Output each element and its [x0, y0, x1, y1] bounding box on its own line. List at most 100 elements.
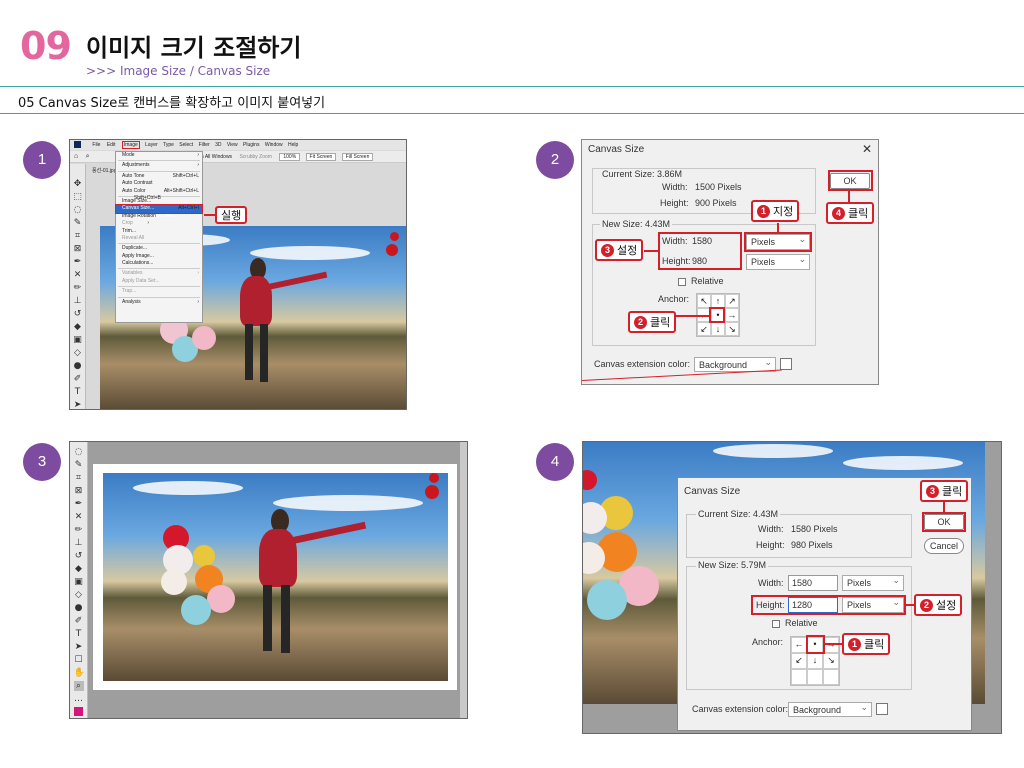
option-100[interactable]: 100%	[279, 153, 301, 161]
eraser-tool-icon-3[interactable]: ◆	[74, 564, 84, 574]
ext-color-select-2[interactable]: Background	[788, 700, 872, 717]
image-menu-crop[interactable]: Crop	[116, 220, 202, 227]
menu-image[interactable]: Image	[121, 141, 140, 149]
anchor-arrow-w-icon-2[interactable]: ←	[791, 637, 807, 653]
menu-file[interactable]: File	[92, 142, 100, 148]
marquee-tool-icon[interactable]: ⬚	[73, 192, 83, 202]
cur-width-value: 1500 Pixels	[695, 182, 742, 192]
image-menu-variables[interactable]: Variables ›	[116, 270, 202, 277]
brush-tool-icon-3[interactable]: ✏	[74, 525, 84, 535]
ext-color-swatch-2[interactable]	[876, 703, 888, 715]
screenshot-expanded-canvas: ◌ ✎ ⌗ ⊠ ✒ ✕ ✏ ⊥ ↺ ◆ ▣ ◇ ● ✐ T ➤ ☐ ✋ ⌕ … …	[69, 441, 468, 719]
anchor-arrow-sw-icon-2[interactable]: ↙	[791, 653, 807, 669]
image-menu-trap[interactable]: Trap...	[116, 288, 202, 295]
menu-3d[interactable]: 3D	[215, 142, 221, 148]
zoom-tool-icon[interactable]: ⌕	[86, 153, 90, 160]
anchor-arrow-s-icon-2[interactable]: ↓	[807, 653, 823, 669]
image-menu-trim[interactable]: Trim...	[116, 228, 202, 235]
menu-plugins[interactable]: Plugins	[243, 142, 259, 148]
frame-tool-icon-3[interactable]: ⊠	[74, 486, 84, 496]
eyedropper-tool-icon-3[interactable]: ✒	[74, 499, 84, 509]
blur-tool-icon-3[interactable]: ◇	[74, 590, 84, 600]
anchor-arrow-n-icon[interactable]: ↑	[711, 294, 725, 308]
scrollbar[interactable]	[460, 442, 467, 718]
image-menu-apply-image[interactable]: Apply Image...	[116, 253, 202, 260]
relative-checkbox[interactable]: Relative	[678, 276, 724, 286]
quick-select-tool-icon-3[interactable]: ✎	[74, 460, 84, 470]
anchor-arrow-e-icon[interactable]: →	[725, 308, 739, 322]
menu-view[interactable]: View	[227, 142, 238, 148]
anchor-empty-1[interactable]	[791, 669, 807, 685]
healing-tool-icon-3[interactable]: ✕	[74, 512, 84, 522]
lasso-tool-icon-3[interactable]: ◌	[74, 447, 84, 457]
frame-tool-icon[interactable]: ⊠	[73, 244, 83, 254]
option-fit-screen[interactable]: Fit Screen	[305, 153, 337, 161]
menu-edit[interactable]: Edit	[107, 142, 116, 148]
pen-tool-icon[interactable]: ✐	[73, 374, 83, 384]
anchor-arrow-se-icon[interactable]: ↘	[725, 322, 739, 336]
image-menu-auto-contrast[interactable]: Auto Contrast Alt+Shift+Ctrl+L	[116, 180, 202, 193]
option-fill-screen[interactable]: Fill Screen	[341, 153, 374, 161]
menu-help[interactable]: Help	[288, 142, 298, 148]
history-brush-icon[interactable]: ↺	[73, 309, 83, 319]
dodge-tool-icon[interactable]: ●	[73, 361, 83, 371]
anchor-empty-3[interactable]	[823, 669, 839, 685]
home-icon[interactable]: ⌂	[74, 153, 78, 160]
pen-tool-icon-3[interactable]: ✐	[74, 616, 84, 626]
menu-filter[interactable]: Filter	[199, 142, 210, 148]
stamp-tool-icon[interactable]: ⊥	[73, 296, 83, 306]
image-menu-calculations[interactable]: Calculations...	[116, 260, 202, 267]
gradient-tool-icon-3[interactable]: ▣	[74, 577, 84, 587]
image-menu-mode[interactable]: Mode ›	[116, 152, 202, 159]
width-unit-select-2[interactable]: Pixels	[842, 573, 904, 591]
quick-select-tool-icon[interactable]: ✎	[73, 218, 83, 228]
anchor-arrow-e-icon-2[interactable]: →	[823, 637, 839, 653]
close-icon[interactable]: ✕	[862, 142, 872, 156]
stamp-tool-icon-3[interactable]: ⊥	[74, 538, 84, 548]
dodge-tool-icon-3[interactable]: ●	[74, 603, 84, 613]
image-menu-duplicate[interactable]: Duplicate...	[116, 245, 202, 252]
crop-tool-icon-3[interactable]: ⌗	[74, 473, 84, 483]
anchor-empty-2[interactable]	[807, 669, 823, 685]
path-select-icon-3[interactable]: ➤	[74, 642, 84, 652]
path-select-icon[interactable]: ➤	[73, 400, 83, 409]
image-menu-reveal-all[interactable]: Reveal All	[116, 235, 202, 242]
brush-tool-icon[interactable]: ✏	[73, 283, 83, 293]
move-tool-icon[interactable]: ✥	[73, 179, 83, 189]
eyedropper-tool-icon[interactable]: ✒	[73, 257, 83, 267]
image-menu-adjustments[interactable]: Adjustments ›	[116, 162, 202, 169]
height-unit-select[interactable]: Pixels	[746, 252, 810, 270]
hand-tool-icon-3[interactable]: ✋	[74, 668, 85, 678]
more-tools-icon[interactable]: …	[74, 694, 84, 704]
image-menu-auto-tone[interactable]: Auto Tone Shift+Ctrl+L	[116, 173, 202, 180]
eraser-tool-icon[interactable]: ◆	[73, 322, 83, 332]
image-menu-apply-data-set[interactable]: Apply Data Set...	[116, 278, 202, 285]
anchor-arrow-nw-icon[interactable]: ↖	[697, 294, 711, 308]
gradient-tool-icon[interactable]: ▣	[73, 335, 83, 345]
ext-color-swatch[interactable]	[780, 358, 792, 370]
menu-window[interactable]: Window	[265, 142, 283, 148]
type-tool-icon-3[interactable]: T	[74, 629, 84, 639]
shape-tool-icon-3[interactable]: ☐	[74, 655, 84, 665]
image-menu-analysis[interactable]: Analysis ›	[116, 299, 202, 306]
anchor-arrow-sw-icon[interactable]: ↙	[697, 322, 711, 336]
blur-tool-icon[interactable]: ◇	[73, 348, 83, 358]
option-scrubby-zoom[interactable]: Scrubby Zoom	[239, 154, 272, 160]
anchor-arrow-ne-icon[interactable]: ↗	[725, 294, 739, 308]
width-input-2[interactable]: 1580	[788, 575, 838, 591]
crop-tool-icon[interactable]: ⌗	[73, 231, 83, 241]
healing-tool-icon[interactable]: ✕	[73, 270, 83, 280]
type-tool-icon[interactable]: T	[73, 387, 83, 397]
menu-layer[interactable]: Layer	[145, 142, 158, 148]
history-brush-icon-3[interactable]: ↺	[74, 551, 84, 561]
lasso-tool-icon[interactable]: ◌	[73, 205, 83, 215]
menu-type[interactable]: Type	[163, 142, 174, 148]
zoom-tool-icon-3[interactable]: ⌕	[73, 681, 84, 691]
relative-checkbox-2[interactable]: Relative	[772, 618, 818, 628]
tools-panel: ✥ ⬚ ◌ ✎ ⌗ ⊠ ✒ ✕ ✏ ⊥ ↺ ◆ ▣ ◇ ● ✐ T ➤ ☐ ✋ …	[70, 164, 86, 409]
anchor-arrow-s-icon[interactable]: ↓	[711, 322, 725, 336]
menu-select[interactable]: Select	[179, 142, 193, 148]
foreground-color-swatch[interactable]	[74, 707, 83, 716]
anchor-arrow-se-icon-2[interactable]: ↘	[823, 653, 839, 669]
cancel-button-2[interactable]: Cancel	[924, 538, 964, 554]
